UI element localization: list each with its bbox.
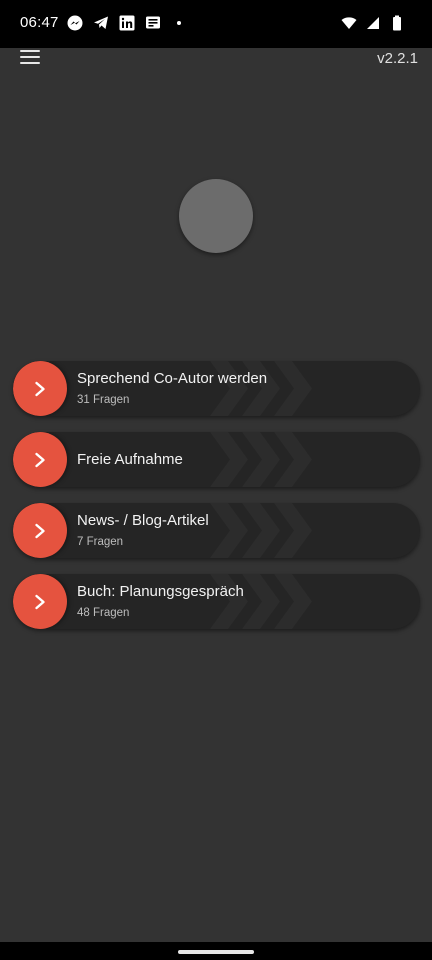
topic-question-count: 7 Fragen <box>77 536 124 548</box>
messenger-icon <box>66 14 84 32</box>
news-icon <box>144 14 162 32</box>
chevron-right-icon <box>35 452 45 467</box>
chevron-pattern-icon <box>210 503 312 558</box>
chevron-pattern-icon <box>210 432 312 487</box>
topic-list: Sprechend Co-Autor werden 31 Fragen Frei… <box>13 361 420 645</box>
topic-title: Freie Aufnahme <box>77 451 183 468</box>
status-bar: 06:47 <box>0 0 432 48</box>
topic-title: Sprechend Co-Autor werden <box>77 370 268 387</box>
linkedin-icon <box>118 14 136 32</box>
dot-icon <box>170 14 188 32</box>
chevron-right-icon <box>35 381 45 396</box>
topic-item-news-blog[interactable]: News- / Blog-Artikel 7 Fragen <box>13 503 420 558</box>
avatar[interactable] <box>179 179 253 253</box>
status-time: 06:47 <box>20 14 59 31</box>
signal-icon <box>364 14 382 32</box>
chevron-right-icon <box>35 523 45 538</box>
chevron-right-icon <box>35 594 45 609</box>
topic-question-count: 31 Fragen <box>77 394 130 406</box>
menu-icon[interactable] <box>20 50 40 66</box>
topic-title: News- / Blog-Artikel <box>77 512 209 529</box>
app-bar: v2.2.1 <box>0 48 432 78</box>
app-version: v2.2.1 <box>377 50 418 67</box>
topic-title: Buch: Planungsgespräch <box>77 583 244 600</box>
start-button[interactable] <box>13 361 67 416</box>
start-button[interactable] <box>13 503 67 558</box>
topic-item-buch-planung[interactable]: Buch: Planungsgespräch 48 Fragen <box>13 574 420 629</box>
telegram-icon <box>92 14 110 32</box>
system-icons <box>340 14 406 32</box>
start-button[interactable] <box>13 574 67 629</box>
home-gesture-handle[interactable] <box>178 950 254 954</box>
start-button[interactable] <box>13 432 67 487</box>
topic-question-count: 48 Fragen <box>77 607 130 619</box>
notification-icons <box>66 14 188 32</box>
topic-item-co-autor[interactable]: Sprechend Co-Autor werden 31 Fragen <box>13 361 420 416</box>
topic-item-freie-aufnahme[interactable]: Freie Aufnahme <box>13 432 420 487</box>
battery-icon <box>388 14 406 32</box>
wifi-icon <box>340 14 358 32</box>
